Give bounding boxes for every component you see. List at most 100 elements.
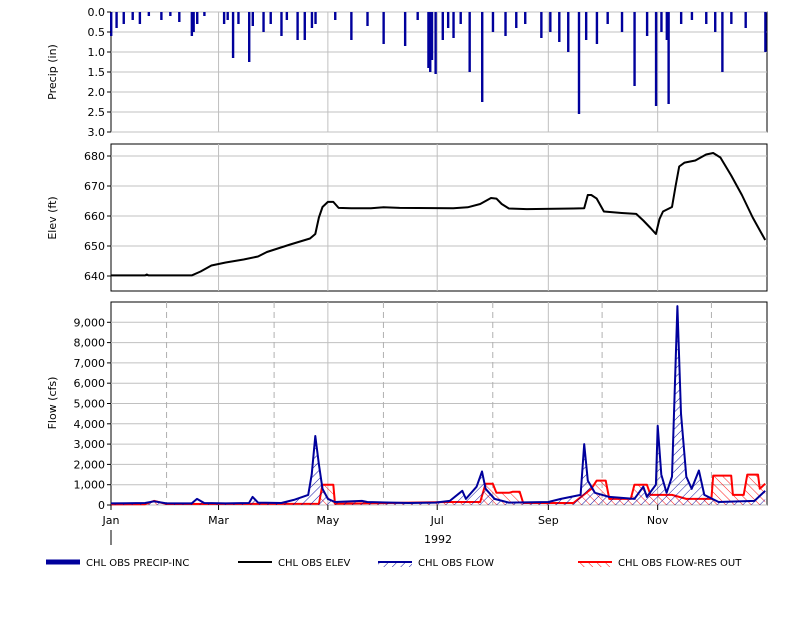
precip-bar	[285, 12, 289, 20]
precip-bar	[350, 12, 353, 40]
precip-ytick-label: 2.5	[88, 106, 106, 119]
elev-panel-frame	[110, 143, 768, 292]
precip-ytick-label: 1.0	[88, 46, 106, 59]
precip-bar	[714, 12, 717, 32]
flow-ytick-label: 7,000	[74, 357, 106, 370]
precip-bar	[434, 12, 437, 74]
precip-bar	[468, 12, 471, 72]
precip-bar	[441, 12, 444, 40]
precip-bar	[690, 12, 694, 20]
precip-bar	[147, 12, 151, 16]
precip-bar	[430, 12, 434, 60]
precip-bar	[515, 12, 518, 28]
elev-ytick-label: 640	[84, 270, 105, 283]
precip-bar	[567, 12, 570, 52]
x-tick-label-jul: Jul	[430, 514, 444, 527]
precip-bar	[196, 12, 199, 24]
precip-ytick-label: 2.0	[88, 86, 106, 99]
flow-ytick-label: 9,000	[74, 316, 106, 329]
precip-bar	[606, 12, 609, 24]
precip-bar	[296, 12, 299, 40]
precip-bar	[280, 12, 283, 36]
precip-bar	[160, 12, 163, 20]
precip-bar	[231, 12, 235, 58]
precip-bar	[620, 12, 624, 32]
precip-bar	[730, 12, 733, 24]
precip-bar	[705, 12, 708, 24]
precip-bar	[491, 12, 495, 32]
precip-bar	[452, 12, 455, 38]
x-tick-label-mar: Mar	[208, 514, 229, 527]
precip-bar	[504, 12, 507, 36]
precip-bar	[251, 12, 254, 26]
elev-ytick-label: 660	[84, 210, 105, 223]
precip-bar	[303, 12, 306, 40]
flow-line	[110, 305, 766, 505]
precip-bar	[178, 12, 181, 22]
precip-bar	[654, 12, 658, 106]
flow-axis-title: Flow (cfs)	[46, 377, 59, 430]
precip-bar	[540, 12, 543, 38]
precip-bar	[679, 12, 683, 24]
precip-bar	[131, 12, 134, 20]
precip-bar	[314, 12, 317, 24]
precip-ytick-label: 3.0	[88, 126, 106, 139]
precip-bar	[115, 12, 118, 28]
legend-label: CHL OBS FLOW	[418, 558, 494, 569]
legend-item-2: CHL OBS FLOW	[378, 558, 494, 569]
flow-ytick-label: 1,000	[74, 479, 106, 492]
precip-bar	[138, 12, 142, 24]
precip-bar	[558, 12, 561, 42]
precip-bar	[660, 12, 663, 32]
precip-bar	[122, 12, 125, 24]
legend-item-3: CHL OBS FLOW-RES OUT	[578, 558, 742, 569]
x-tick-label-may: May	[316, 514, 339, 527]
legend: CHL OBS PRECIP-INC CHL OBS ELEV CHL OBS FL…	[46, 558, 742, 569]
precip-bar	[595, 12, 599, 44]
precip-bar	[645, 12, 649, 36]
precip-bar	[481, 12, 484, 102]
elev-ytick-label: 670	[84, 180, 105, 193]
flow-ytick-label: 4,000	[74, 418, 106, 431]
precip-bar	[169, 12, 172, 16]
elev-ytick-label: 650	[84, 240, 105, 253]
precip-bar	[262, 12, 265, 32]
flow-ytick-label: 0	[98, 499, 105, 512]
precip-bar	[382, 12, 385, 44]
precip-bar	[524, 12, 527, 24]
precip-bar	[237, 12, 240, 24]
x-tick-label-jan: Jan	[102, 514, 120, 527]
precip-bar	[549, 12, 552, 32]
precip-bar	[584, 12, 588, 40]
legend-label: CHL OBS FLOW-RES OUT	[618, 558, 742, 569]
legend-label: CHL OBS PRECIP-INC	[86, 558, 189, 569]
flow-area	[111, 306, 766, 505]
precip-axis-title: Precip (in)	[46, 44, 59, 100]
data-series	[110, 12, 767, 506]
flow-ytick-label: 5,000	[74, 398, 106, 411]
hydrograph-figure: Precip (in) Elev (ft) Flow (cfs) 1992 0.…	[46, 6, 768, 569]
x-tick-label-nov: Nov	[647, 514, 669, 527]
precip-bar	[226, 12, 229, 20]
precip-bar	[310, 12, 314, 28]
flow-ytick-label: 8,000	[74, 337, 106, 350]
elev-ytick-label: 680	[84, 150, 105, 163]
precip-bar	[222, 12, 226, 24]
x-tick-label-sep: Sep	[538, 514, 559, 527]
precip-bar	[366, 12, 369, 26]
precip-bar	[744, 12, 747, 28]
precip-bar	[203, 12, 206, 16]
legend-label: CHL OBS ELEV	[278, 558, 351, 569]
legend-item-0: CHL OBS PRECIP-INC	[46, 558, 189, 569]
precip-bar	[721, 12, 724, 72]
precip-bar	[577, 12, 581, 114]
precip-bar	[269, 12, 272, 24]
year-label: 1992	[424, 533, 452, 546]
precip-bar	[192, 12, 195, 32]
precip-bar	[764, 12, 767, 52]
precip-bar	[667, 12, 670, 104]
elev-line	[111, 152, 767, 277]
precip-bar	[248, 12, 251, 62]
flow-ytick-label: 2,000	[74, 458, 106, 471]
precip-bar	[416, 12, 419, 20]
